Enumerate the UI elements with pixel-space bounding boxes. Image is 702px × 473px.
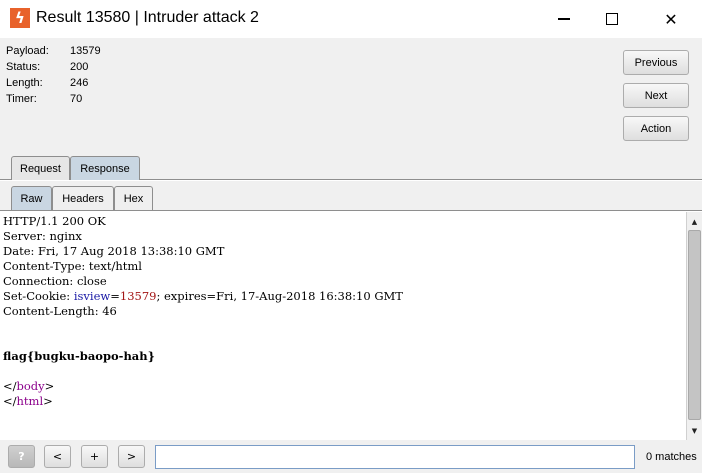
scrollbar-thumb[interactable]	[688, 230, 701, 420]
search-input[interactable]	[155, 445, 635, 469]
cookie-name: isview	[73, 289, 111, 303]
minimize-button[interactable]	[541, 4, 587, 34]
view-tabs: Raw Headers Hex	[0, 181, 702, 211]
tag-close: >	[44, 379, 55, 393]
tab-hex[interactable]: Hex	[114, 186, 153, 210]
timer-label: Timer:	[6, 93, 37, 105]
set-cookie-prefix: Set-Cookie:	[3, 289, 74, 303]
tab-raw[interactable]: Raw	[11, 186, 52, 210]
response-line: Date: Fri, 17 Aug 2018 13:38:10 GMT	[3, 244, 225, 258]
payload-label: Payload:	[6, 45, 49, 57]
scroll-down-icon[interactable]: ▼	[687, 423, 702, 438]
length-value: 246	[70, 77, 89, 89]
response-line: Content-Length: 46	[3, 304, 117, 318]
tag-open: </	[3, 394, 17, 408]
message-tabs: Request Response	[0, 155, 702, 180]
tab-headers[interactable]: Headers	[52, 186, 114, 210]
tab-response[interactable]: Response	[70, 156, 140, 180]
response-text-area[interactable]: HTTP/1.1 200 OK Server: nginx Date: Fri,…	[0, 212, 686, 440]
tag-close: >	[43, 394, 53, 408]
cookie-equals: =	[110, 289, 120, 303]
close-button[interactable]: ✕	[648, 4, 694, 34]
timer-value: 70	[70, 93, 83, 105]
next-match-button[interactable]: >	[118, 445, 145, 468]
html-close-tag: </html>	[3, 394, 53, 409]
scroll-up-icon[interactable]: ▲	[687, 214, 702, 229]
cookie-expires: ; expires=Fri, 17-Aug-2018 16:38:10 GMT	[156, 289, 403, 303]
match-count: 0 matches	[646, 451, 697, 463]
response-line: Connection: close	[3, 274, 107, 288]
window-title: Result 13580 | Intruder attack 2	[36, 9, 259, 26]
add-search-button[interactable]: +	[81, 445, 108, 468]
flag-line: flag{bugku-baopo-hah}	[3, 349, 156, 363]
previous-match-button[interactable]: <	[44, 445, 71, 468]
maximize-button[interactable]	[589, 4, 635, 34]
tag-name-html: html	[16, 394, 44, 408]
payload-value: 13579	[70, 45, 101, 57]
action-button[interactable]: Action	[623, 116, 689, 141]
tag-open: </	[3, 379, 17, 393]
response-line: HTTP/1.1 200 OK	[3, 214, 106, 228]
minimize-icon	[558, 18, 570, 20]
cookie-value: 13579	[119, 289, 157, 303]
body-close-tag: </body>	[3, 379, 54, 394]
burp-lightning-icon: ϟ	[10, 8, 30, 28]
status-value: 200	[70, 61, 89, 73]
search-bar: ? < + > 0 matches	[0, 440, 702, 473]
close-icon: ✕	[664, 9, 678, 29]
response-line: Server: nginx	[3, 229, 82, 243]
maximize-icon	[606, 13, 618, 25]
vertical-scrollbar[interactable]: ▲ ▼	[686, 212, 702, 440]
help-button[interactable]: ?	[8, 445, 35, 468]
title-bar: ϟ Result 13580 | Intruder attack 2 ✕	[0, 0, 702, 38]
next-button[interactable]: Next	[623, 83, 689, 108]
tag-name-body: body	[16, 379, 45, 393]
length-label: Length:	[6, 77, 43, 89]
set-cookie-line: Set-Cookie: isview=13579; expires=Fri, 1…	[3, 289, 403, 304]
status-label: Status:	[6, 61, 41, 73]
tab-request[interactable]: Request	[11, 156, 70, 180]
response-line: Content-Type: text/html	[3, 259, 142, 273]
previous-button[interactable]: Previous	[623, 50, 689, 75]
